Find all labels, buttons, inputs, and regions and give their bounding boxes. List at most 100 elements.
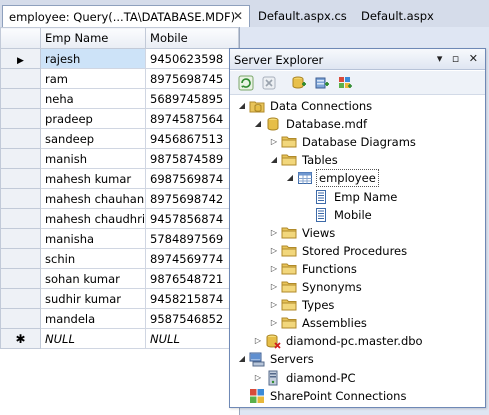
cell-emp-name[interactable]: sohan kumar <box>40 268 147 289</box>
cell-mobile[interactable]: 9875874589 <box>145 148 239 169</box>
tree-node-emp-name[interactable]: Emp Name <box>301 188 399 206</box>
expand-arrow-icon[interactable]: ▷ <box>269 260 279 278</box>
row-header[interactable] <box>0 128 42 149</box>
cell-mobile[interactable]: 8975698742 <box>145 188 239 209</box>
close-icon[interactable]: ✕ <box>233 9 243 23</box>
corner-header[interactable] <box>0 27 42 49</box>
connect-to-server-icon[interactable] <box>314 75 330 91</box>
cell-mobile[interactable]: NULL <box>145 328 239 349</box>
cell-emp-name[interactable]: sandeep <box>40 128 147 149</box>
cell-emp-name[interactable]: mandela <box>40 308 147 329</box>
row-header[interactable] <box>0 308 42 329</box>
cell-mobile[interactable]: 9458215874 <box>145 288 239 309</box>
cell-emp-name[interactable]: pradeep <box>40 108 147 129</box>
expand-arrow-icon[interactable]: ▷ <box>269 296 279 314</box>
table-row[interactable]: ram 8975698745 <box>0 68 239 89</box>
tree-node-types[interactable]: ▷ Types <box>269 296 336 314</box>
table-row[interactable]: mahesh chauhan 8975698742 <box>0 188 239 209</box>
expand-arrow-icon[interactable]: ▷ <box>253 369 263 387</box>
table-row[interactable]: schin 8974569774 <box>0 248 239 269</box>
cell-emp-name[interactable]: manish <box>40 148 147 169</box>
expand-arrow-icon[interactable]: ▷ <box>269 133 279 151</box>
row-header[interactable] <box>0 168 42 189</box>
collapse-arrow-icon[interactable]: ◢ <box>237 97 247 115</box>
column-header-emp-name[interactable]: Emp Name <box>40 27 147 49</box>
collapse-arrow-icon[interactable]: ◢ <box>285 169 295 187</box>
table-row[interactable]: pradeep 8974587564 <box>0 108 239 129</box>
expand-arrow-icon[interactable]: ▷ <box>269 278 279 296</box>
tree-node-views[interactable]: ▷ Views <box>269 224 337 242</box>
expand-arrow-icon[interactable]: ▷ <box>269 224 279 242</box>
row-header[interactable] <box>0 88 42 109</box>
table-row[interactable]: mahesh chaudhri 9457856874 <box>0 208 239 229</box>
cell-mobile[interactable]: 5689745895 <box>145 88 239 109</box>
row-header[interactable] <box>0 288 42 309</box>
row-header[interactable]: ✱ <box>0 328 42 349</box>
cell-mobile[interactable]: 9457856874 <box>145 208 239 229</box>
row-header[interactable] <box>0 268 42 289</box>
row-header[interactable] <box>0 108 42 129</box>
row-header[interactable] <box>0 248 42 269</box>
column-header-mobile[interactable]: Mobile <box>145 27 239 49</box>
cell-mobile[interactable]: 9450623598 <box>145 48 239 69</box>
cell-mobile[interactable]: 8974569774 <box>145 248 239 269</box>
cell-emp-name[interactable]: rajesh <box>40 48 147 69</box>
cell-emp-name[interactable]: schin <box>40 248 147 269</box>
row-header[interactable] <box>0 208 42 229</box>
tree-node-synonyms[interactable]: ▷ Synonyms <box>269 278 364 296</box>
connect-to-database-icon[interactable] <box>291 75 307 91</box>
expand-arrow-icon[interactable]: ▷ <box>269 242 279 260</box>
tree-node-database-diagrams[interactable]: ▷ Database Diagrams <box>269 133 418 151</box>
cell-emp-name[interactable]: mahesh chaudhri <box>40 208 147 229</box>
expand-arrow-icon[interactable]: ▷ <box>253 332 263 350</box>
refresh-icon[interactable] <box>238 75 254 91</box>
window-position-buttons[interactable]: ▾ ▫ ✕ <box>437 52 481 65</box>
row-header[interactable] <box>0 148 42 169</box>
table-row[interactable]: mahesh kumar 6987569874 <box>0 168 239 189</box>
cell-mobile[interactable]: 8974587564 <box>145 108 239 129</box>
cell-emp-name[interactable]: mahesh kumar <box>40 168 147 189</box>
expand-arrow-icon[interactable]: ▷ <box>269 314 279 332</box>
connect-to-sharepoint-icon[interactable] <box>337 75 353 91</box>
collapse-arrow-icon[interactable]: ◢ <box>269 151 279 169</box>
cell-mobile[interactable]: 6987569874 <box>145 168 239 189</box>
row-header[interactable]: ▶ <box>0 48 42 69</box>
cell-emp-name[interactable]: sudhir kumar <box>40 288 147 309</box>
results-grid[interactable]: Emp Name Mobile ▶ rajesh 9450623598 ram 8975… <box>0 27 240 415</box>
tree-node-diamond-pc-master-dbo[interactable]: ▷ diamond-pc.master.dbo <box>253 332 425 350</box>
table-row[interactable]: manisha 5784897569 <box>0 228 239 249</box>
new-row[interactable]: ✱ NULL NULL <box>0 328 239 349</box>
table-row[interactable]: ▶ rajesh 9450623598 <box>0 48 239 69</box>
cell-mobile[interactable]: 8975698745 <box>145 68 239 89</box>
table-row[interactable]: sudhir kumar 9458215874 <box>0 288 239 309</box>
table-row[interactable]: sandeep 9456867513 <box>0 128 239 149</box>
cell-emp-name[interactable]: neha <box>40 88 147 109</box>
tree-node-employee[interactable]: ◢ employee <box>285 169 379 188</box>
table-row[interactable]: manish 9875874589 <box>0 148 239 169</box>
tree-node-sharepoint-connections[interactable]: SharePoint Connections <box>237 387 408 405</box>
collapse-arrow-icon[interactable]: ◢ <box>253 115 263 133</box>
cell-emp-name[interactable]: ram <box>40 68 147 89</box>
table-row[interactable]: neha 5689745895 <box>0 88 239 109</box>
tab-default-aspx[interactable]: Default.aspx <box>355 5 440 27</box>
tab-default-aspx-cs[interactable]: Default.aspx.cs <box>252 5 353 27</box>
tab-employee-query[interactable]: employee: Query(...TA\DATABASE.MDF) ✕ <box>2 5 250 27</box>
row-header[interactable] <box>0 228 42 249</box>
tree-node-database-mdf[interactable]: ◢ Database.mdf <box>253 115 369 133</box>
cell-mobile[interactable]: 9456867513 <box>145 128 239 149</box>
cell-emp-name[interactable]: NULL <box>40 328 147 349</box>
cell-mobile[interactable]: 9876548721 <box>145 268 239 289</box>
row-header[interactable] <box>0 68 42 89</box>
tree-node-tables[interactable]: ◢ Tables <box>269 151 340 169</box>
tree-node-assemblies[interactable]: ▷ Assemblies <box>269 314 369 332</box>
table-row[interactable]: mandela 9587546852 <box>0 308 239 329</box>
tree-node-functions[interactable]: ▷ Functions <box>269 260 359 278</box>
tree-node-diamond-pc[interactable]: ▷ diamond-PC <box>253 369 357 387</box>
tree-node-mobile[interactable]: Mobile <box>301 206 374 224</box>
cell-emp-name[interactable]: mahesh chauhan <box>40 188 147 209</box>
tree-node-stored-procedures[interactable]: ▷ Stored Procedures <box>269 242 409 260</box>
cell-mobile[interactable]: 9587546852 <box>145 308 239 329</box>
table-row[interactable]: sohan kumar 9876548721 <box>0 268 239 289</box>
cell-emp-name[interactable]: manisha <box>40 228 147 249</box>
cell-mobile[interactable]: 5784897569 <box>145 228 239 249</box>
